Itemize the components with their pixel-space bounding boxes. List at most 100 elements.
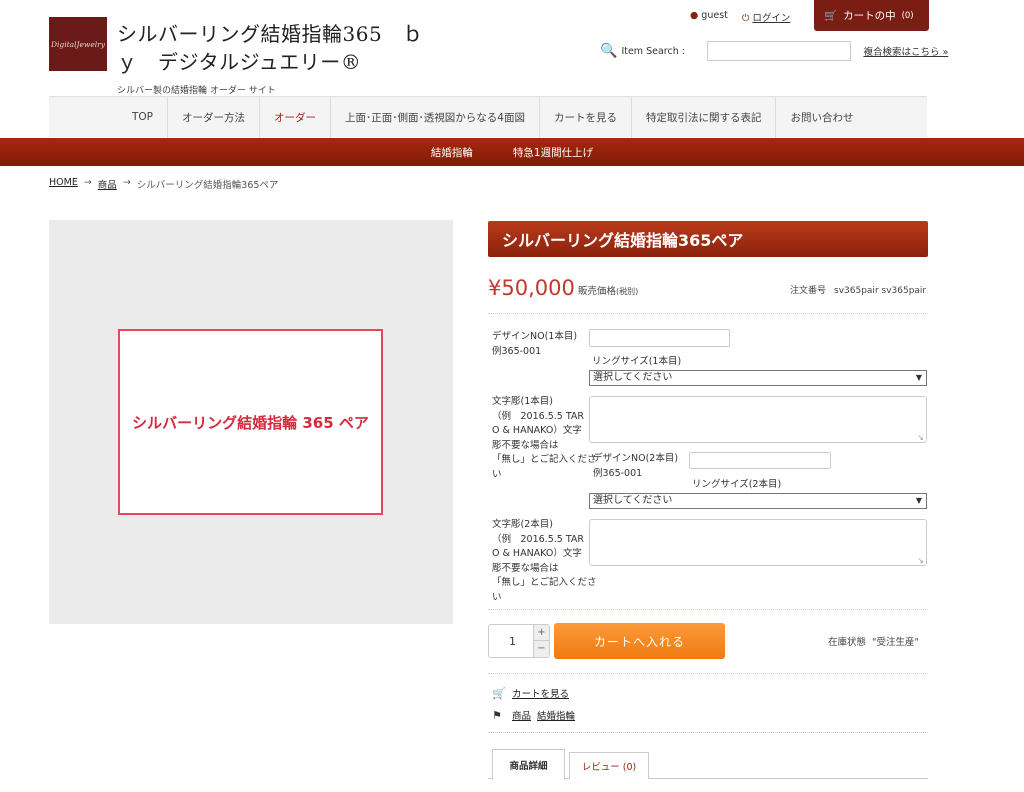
- chevron-down-icon: ▼: [915, 496, 922, 505]
- engrave1-label-line: 「無し」とご記入くださ: [492, 454, 597, 465]
- design1-label-line: 例365-001: [492, 345, 542, 357]
- stock-label: 在庫状態: [828, 637, 867, 648]
- cart-icon: 🛒: [492, 686, 506, 700]
- view-cart-row: 🛒 カートを見る: [492, 686, 569, 701]
- item-search: 🔍 Item Search : 複合検索はこちら »: [600, 41, 948, 61]
- engrave2-label-line: 文字彫(2本目): [492, 519, 553, 530]
- advanced-search-link[interactable]: 複合検索はこちら »: [863, 44, 948, 58]
- nav-item-top[interactable]: TOP: [118, 96, 169, 138]
- site-title[interactable]: シルバーリング結婚指輪365 ｂｙ デジタルジュエリー®: [117, 20, 437, 76]
- breadcrumb-category[interactable]: 商品: [98, 177, 117, 191]
- order-number-label: 注文番号: [790, 286, 827, 296]
- product-image-text: シルバーリング結婚指輪 365 ペア: [132, 413, 369, 432]
- engrave2-label-line: O & HANAKO）文字: [492, 548, 582, 559]
- size2-select[interactable]: 選択してください ▼: [589, 493, 927, 509]
- tab-details[interactable]: 商品詳細: [492, 749, 565, 780]
- nav-item-4view[interactable]: 上面･正面･側面･透視図からなる4面図: [331, 96, 540, 138]
- size2-select-value: 選択してください: [593, 495, 673, 506]
- order-number: 注文番号 sv365pair sv365pair: [790, 283, 926, 296]
- engrave2-textarea[interactable]: ↘: [589, 519, 927, 566]
- engrave1-label-line: 彫不要な場合は: [492, 439, 559, 451]
- category-nav: 結婚指輪 特急1週間仕上げ: [0, 138, 1024, 166]
- engrave2-label-line: い: [492, 591, 502, 603]
- nav-item-order[interactable]: オーダー: [260, 96, 332, 138]
- stock-value: 受注生産: [876, 637, 915, 648]
- engrave1-label-line: い: [492, 468, 502, 480]
- order-number-value: sv365pair sv365pair: [834, 286, 927, 296]
- category-link[interactable]: 商品: [512, 708, 531, 722]
- design2-label-line: 例365-001: [593, 467, 643, 479]
- engrave2-label-line: 彫不要な場合は: [492, 562, 559, 574]
- power-icon: ⏻: [741, 13, 750, 24]
- resize-grip-icon[interactable]: ↘: [917, 556, 924, 565]
- login-link[interactable]: ⏻ ログイン: [742, 10, 791, 24]
- design2-input[interactable]: [689, 452, 831, 469]
- quantity-value[interactable]: 1: [509, 635, 516, 648]
- site-logo[interactable]: DigitalJewelry: [49, 17, 107, 71]
- size1-select-value: 選択してください: [593, 372, 673, 383]
- engrave1-label-line: 文字彫(1本目): [492, 396, 553, 407]
- divider: [488, 609, 928, 610]
- engrave1-label-line: （例 2016.5.5 TAR: [492, 410, 584, 422]
- site-subtitle: シルバー製の結婚指輪 オーダー サイト: [117, 86, 276, 96]
- design2-label-line: デザインNO(2本目): [593, 453, 679, 464]
- nav-item-order-method[interactable]: オーダー方法: [168, 96, 261, 138]
- engrave2-label-line: （例 2016.5.5 TAR: [492, 533, 584, 545]
- breadcrumb-home[interactable]: HOME: [49, 177, 78, 191]
- stock-status: 在庫状態 "受注生産": [828, 637, 919, 648]
- engrave2-label: 文字彫(2本目) （例 2016.5.5 TAR O & HANAKO）文字 彫…: [492, 518, 597, 605]
- product-price: ¥50,000: [488, 276, 575, 300]
- design1-label: デザインNO(1本目) 例365-001: [492, 330, 577, 359]
- breadcrumb: HOME → 商品 → シルバーリング結婚指輪365ペア: [49, 177, 278, 191]
- category-express[interactable]: 特急1週間仕上げ: [513, 145, 593, 160]
- divider: [488, 313, 928, 314]
- size1-label: リングサイズ(1本目): [592, 356, 682, 367]
- engrave2-label-line: 「無し」とご記入くださ: [492, 577, 597, 588]
- price-label: 販売価格(税別): [578, 283, 638, 297]
- global-nav: TOP オーダー方法 オーダー 上面･正面･側面･透視図からなる4面図 カートを…: [49, 96, 927, 138]
- design2-label: デザインNO(2本目) 例365-001: [593, 452, 678, 481]
- nav-item-legal[interactable]: 特定取引法に関する表記: [632, 96, 777, 138]
- engrave1-label-line: O & HANAKO）文字: [492, 425, 582, 436]
- breadcrumb-current: シルバーリング結婚指輪365ペア: [136, 180, 279, 191]
- view-cart-link[interactable]: カートを見る: [512, 686, 569, 700]
- user-bar: ● guest ⏻ ログイン: [690, 10, 790, 24]
- product-image-frame: シルバーリング結婚指輪 365 ペア: [118, 329, 383, 515]
- user-name: guest: [701, 10, 728, 21]
- user-info: ● guest: [690, 10, 728, 24]
- engrave1-label: 文字彫(1本目) （例 2016.5.5 TAR O & HANAKO）文字 彫…: [492, 395, 597, 482]
- subcategory-link[interactable]: 結婚指輪: [537, 708, 575, 722]
- header-cart-button[interactable]: 🛒 カートの中 (0): [814, 0, 929, 31]
- tab-reviews[interactable]: レビュー (0): [569, 752, 649, 779]
- price-tax: (税別): [616, 287, 639, 296]
- breadcrumb-sep: →: [83, 177, 92, 188]
- increment-button[interactable]: +: [533, 625, 549, 641]
- size2-label: リングサイズ(2本目): [692, 479, 782, 490]
- category-wedding-rings[interactable]: 結婚指輪: [431, 145, 473, 160]
- category-row: ⚑ 商品 結婚指輪: [492, 708, 575, 723]
- search-input[interactable]: [707, 41, 852, 61]
- nav-item-view-cart[interactable]: カートを見る: [540, 96, 632, 138]
- resize-grip-icon[interactable]: ↘: [917, 433, 924, 442]
- divider: [488, 673, 928, 674]
- size1-select[interactable]: 選択してください ▼: [589, 370, 927, 386]
- divider: [488, 732, 928, 733]
- design1-input[interactable]: [589, 329, 730, 347]
- search-label: Item Search :: [621, 45, 685, 57]
- cart-label: カートの中: [843, 10, 896, 22]
- engrave1-textarea[interactable]: ↘: [589, 396, 927, 443]
- chevron-down-icon: ▼: [915, 373, 922, 382]
- logo-text: DigitalJewelry: [50, 39, 106, 49]
- decrement-button[interactable]: −: [533, 641, 549, 657]
- user-icon: ●: [690, 10, 699, 21]
- product-image[interactable]: シルバーリング結婚指輪 365 ペア: [49, 220, 453, 624]
- cart-count: (0): [901, 10, 914, 21]
- tag-icon: ⚑: [492, 708, 502, 722]
- design1-label-line: デザインNO(1本目): [492, 331, 578, 342]
- price-label-text: 販売価格: [578, 286, 617, 297]
- nav-item-contact[interactable]: お問い合わせ: [776, 97, 867, 138]
- add-to-cart-button[interactable]: カートへ入れる: [554, 623, 725, 659]
- product-title: シルバーリング結婚指輪365ペア: [488, 221, 928, 257]
- login-label[interactable]: ログイン: [752, 13, 790, 24]
- quantity-stepper[interactable]: 1 + −: [488, 624, 550, 658]
